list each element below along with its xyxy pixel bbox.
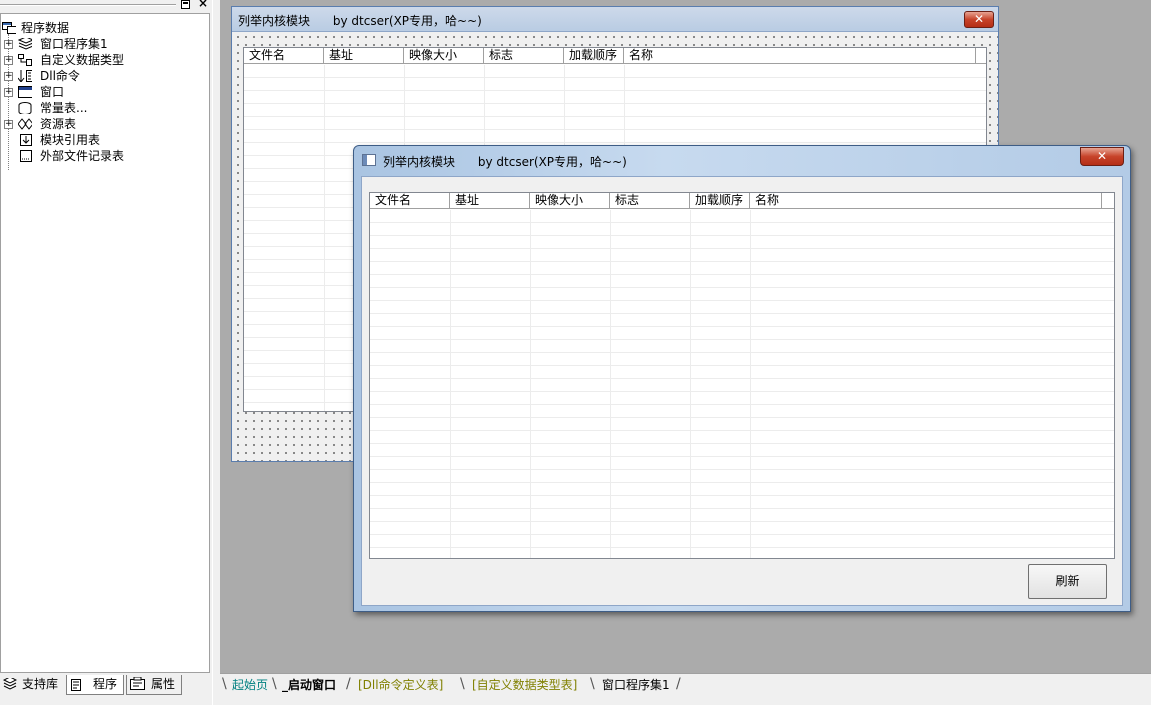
tree-item-label: 模块引用表: [40, 133, 101, 147]
tree-item-window-assembly[interactable]: + 窗口程序集1: [4, 36, 204, 52]
tree-item-label: 窗口程序集1: [40, 37, 108, 51]
run-window-title: 列举内核模块 by dtcser(XP专用，哈~~): [383, 155, 627, 169]
project-panel: × 程序数据 + 窗口程序集1 + 自定义数据类型 + Dll命令 + 窗口 常…: [0, 0, 214, 705]
panel-splitter[interactable]: [212, 0, 220, 705]
tab-start-page[interactable]: 起始页: [232, 677, 268, 695]
close-button[interactable]: ✕: [1080, 147, 1124, 166]
expand-icon[interactable]: +: [4, 40, 13, 49]
tree-item-dll-commands[interactable]: + Dll命令: [4, 68, 204, 84]
properties-icon: [130, 677, 145, 690]
column-divider: [530, 210, 531, 558]
tab-separator: /: [346, 676, 351, 692]
expand-icon[interactable]: +: [4, 120, 13, 129]
tree-item-resources[interactable]: + 资源表: [4, 116, 204, 132]
tab-label: 属性: [151, 677, 176, 691]
panel-titlebar: ×: [0, 0, 214, 11]
tab-program[interactable]: 程序: [66, 675, 124, 695]
column-header-filename[interactable]: 文件名: [370, 193, 450, 209]
expand-icon[interactable]: +: [4, 56, 13, 65]
design-form-title: 列举内核模块 by dtcser(XP专用，哈~~): [238, 14, 482, 28]
left-panel-tabs: 支持库 程序 属性: [0, 675, 214, 697]
tab-properties[interactable]: 属性: [126, 675, 182, 695]
module-list[interactable]: 文件名 基址 映像大小 标志 加载顺序 名称: [369, 192, 1115, 559]
column-header-load-order[interactable]: 加载顺序: [564, 48, 624, 64]
column-header-flags[interactable]: 标志: [610, 193, 690, 209]
constants-icon: [18, 102, 32, 114]
tab-separator: \: [272, 676, 277, 692]
list-header: 文件名 基址 映像大小 标志 加载顺序 名称: [244, 48, 986, 64]
resources-icon: [18, 118, 32, 130]
run-window-client: 文件名 基址 映像大小 标志 加载顺序 名称 刷新: [361, 176, 1123, 606]
column-divider: [750, 210, 751, 558]
column-header-image-size[interactable]: 映像大小: [404, 48, 484, 64]
design-form-titlebar: 列举内核模块 by dtcser(XP专用，哈~~) ✕: [232, 7, 998, 32]
column-header-filename[interactable]: 文件名: [244, 48, 324, 64]
list-header: 文件名 基址 映像大小 标志 加载顺序 名称: [370, 193, 1114, 209]
tab-window-assembly[interactable]: 窗口程序集1: [602, 677, 670, 695]
column-header-base[interactable]: 基址: [450, 193, 530, 209]
column-header-name[interactable]: 名称: [624, 48, 976, 64]
tree-item-external-files[interactable]: 外部文件记录表: [4, 148, 204, 164]
panel-pin-icon[interactable]: [181, 0, 190, 9]
column-header-flags[interactable]: 标志: [484, 48, 564, 64]
tab-startup-window[interactable]: _启动窗口: [282, 677, 336, 695]
tree-item-label: 外部文件记录表: [40, 149, 125, 163]
tab-label: 程序: [93, 677, 118, 691]
tree-item-label: 自定义数据类型: [40, 53, 125, 67]
layers-icon: [18, 38, 32, 50]
tree-item-label: 资源表: [40, 117, 77, 131]
expand-icon[interactable]: +: [4, 72, 13, 81]
design-close-icon: ✕: [964, 11, 994, 28]
tab-data-type-table[interactable]: [自定义数据类型表]: [472, 677, 577, 695]
layers-icon: [3, 678, 17, 690]
column-divider: [450, 210, 451, 558]
tree-item-label: 窗口: [40, 85, 65, 99]
tree-item-label: Dll命令: [40, 69, 80, 83]
run-window-titlebar[interactable]: 列举内核模块 by dtcser(XP专用，哈~~) ✕: [354, 146, 1130, 176]
external-file-icon: [20, 150, 32, 162]
column-header-load-order[interactable]: 加载顺序: [690, 193, 750, 209]
dll-command-icon: [18, 70, 32, 82]
refresh-button[interactable]: 刷新: [1028, 564, 1107, 599]
program-data-icon: [2, 22, 16, 34]
column-header-base[interactable]: 基址: [324, 48, 404, 64]
program-icon: [71, 679, 81, 691]
column-header-image-size[interactable]: 映像大小: [530, 193, 610, 209]
window-icon: [18, 86, 32, 98]
tab-separator: /: [676, 676, 681, 692]
designer-area: 列举内核模块 by dtcser(XP专用，哈~~) ✕ 文件名 基址 映像大小…: [220, 0, 1151, 673]
module-ref-icon: [20, 134, 32, 146]
tab-label: 支持库: [22, 677, 59, 691]
tab-separator: \: [222, 676, 227, 692]
tab-separator: \: [590, 676, 595, 692]
document-tabs: \ 起始页 \ _启动窗口 / [Dll命令定义表] \ [自定义数据类型表] …: [220, 673, 1151, 705]
project-tree[interactable]: 程序数据 + 窗口程序集1 + 自定义数据类型 + Dll命令 + 窗口 常量表…: [0, 13, 210, 673]
tree-item-label: 常量表...: [40, 101, 88, 115]
tab-dll-command-table[interactable]: [Dll命令定义表]: [358, 677, 443, 695]
panel-close-icon[interactable]: ×: [198, 0, 208, 9]
tree-root-label: 程序数据: [21, 21, 70, 35]
app-icon: [362, 154, 376, 166]
column-divider: [324, 65, 325, 411]
expand-icon[interactable]: +: [4, 88, 13, 97]
data-type-icon: [18, 54, 32, 66]
run-window: 列举内核模块 by dtcser(XP专用，哈~~) ✕ 文件名 基址 映像大小…: [353, 145, 1131, 612]
column-header-name[interactable]: 名称: [750, 193, 1102, 209]
tree-item-constants[interactable]: 常量表...: [4, 100, 204, 116]
tree-item-windows[interactable]: + 窗口: [4, 84, 204, 100]
column-divider: [690, 210, 691, 558]
list-body: [370, 210, 1114, 558]
tree-item-module-refs[interactable]: 模块引用表: [4, 132, 204, 148]
tab-support-library[interactable]: 支持库: [0, 675, 64, 695]
tab-separator: \: [460, 676, 465, 692]
panel-grip: [0, 4, 176, 6]
column-divider: [610, 210, 611, 558]
tree-item-data-types[interactable]: + 自定义数据类型: [4, 52, 204, 68]
